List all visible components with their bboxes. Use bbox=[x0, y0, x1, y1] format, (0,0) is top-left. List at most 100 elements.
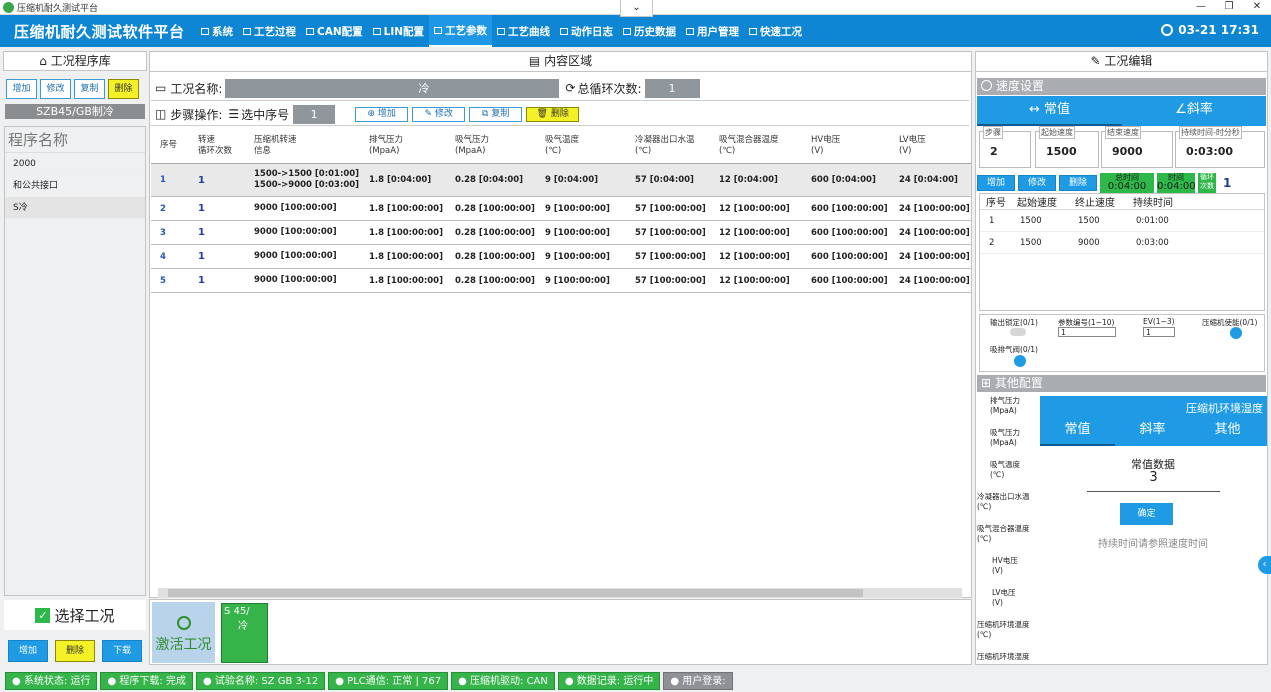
program-edit-button[interactable]: 修改 bbox=[40, 79, 71, 99]
table-header-cell: 序号 bbox=[151, 140, 189, 151]
program-list-item[interactable]: S冷 bbox=[5, 197, 145, 219]
table-row[interactable]: 3 1 9000 [100:00:00] 1.8 [100:00:00] 0.28 [1… bbox=[151, 221, 971, 245]
table-row[interactable]: 1 1 1500->1500 [0:01:00] 1500->9000 [0:03:0… bbox=[151, 164, 971, 197]
segment-cell: 2 bbox=[989, 237, 995, 248]
row-cell-pd: 1.8 [100:00:00] bbox=[369, 203, 443, 214]
table-row[interactable]: 4 1 9000 [100:00:00] 1.8 [100:00:00] 0.28 [1… bbox=[151, 245, 971, 269]
segment-add-button[interactable]: 增加 bbox=[977, 175, 1015, 191]
menu-item[interactable]: 工艺过程 bbox=[238, 15, 301, 47]
row-cell-ts: 9 [0:04:00] bbox=[545, 175, 599, 185]
condition-card[interactable]: S 45/ 冷 bbox=[221, 603, 268, 663]
selected-index-field[interactable]: 1 bbox=[293, 104, 336, 124]
menu-item-icon bbox=[623, 27, 632, 35]
config-tab[interactable]: 其他 bbox=[1190, 416, 1265, 446]
menu-item[interactable]: CAN配置 bbox=[301, 15, 368, 47]
step-delete-button[interactable]: 🗑 删除 bbox=[526, 106, 580, 122]
horizontal-scrollbar[interactable] bbox=[158, 588, 962, 598]
doc-icon: ▭ bbox=[155, 81, 167, 95]
step-edit-button[interactable]: ✎ 修改 bbox=[412, 106, 466, 122]
table-row[interactable]: 5 1 9000 [100:00:00] 1.8 [100:00:00] 0.28 [1… bbox=[151, 269, 971, 293]
program-list-item[interactable]: 和公共接口 bbox=[5, 175, 145, 197]
status-item: ● 系统状态: 运行 bbox=[5, 672, 98, 690]
const-data-input[interactable]: 3 bbox=[1087, 470, 1220, 492]
segment-row[interactable]: 1 1500 1500 0:01:00 bbox=[980, 210, 1264, 232]
row-cell-ts: 9 [100:00:00] bbox=[545, 227, 610, 238]
total-loop-label: 总循环次数: bbox=[577, 81, 642, 96]
param-no-input[interactable]: 1 bbox=[1058, 327, 1116, 337]
activate-condition-button[interactable]: 激活工况 bbox=[152, 602, 215, 663]
speed-field-value: 0:03:00 bbox=[1186, 145, 1234, 158]
ev-input[interactable]: 1 bbox=[1143, 327, 1175, 337]
tab-constant-label: 常值 bbox=[1044, 102, 1071, 117]
close-icon[interactable]: ✕ bbox=[1243, 0, 1271, 15]
segment-cell: 1500 bbox=[1078, 215, 1100, 226]
suction-valve-toggle[interactable] bbox=[1014, 355, 1026, 367]
refresh-icon: ⟳ bbox=[565, 81, 576, 95]
select-condition[interactable]: ✓ 选择工况 bbox=[4, 600, 146, 630]
program-delete-button[interactable]: 删除 bbox=[108, 79, 139, 99]
row-index: 2 bbox=[160, 203, 166, 214]
header-line: 吸气压力 bbox=[455, 134, 490, 145]
menu-item-icon bbox=[201, 27, 209, 35]
segment-table: 序号 起始速度 终止速度 持续时间 1 1500 1500 0:01:00 2 1500 9000… bbox=[979, 193, 1265, 311]
segment-cell: 1500 bbox=[1020, 215, 1042, 226]
table-header-cell: 压缩机转速 信息 bbox=[245, 135, 360, 157]
speed-field[interactable]: 结束速度 9000 bbox=[1101, 126, 1173, 168]
tab-slope-label: 斜率 bbox=[1186, 102, 1213, 117]
condition-name-field[interactable]: 冷 bbox=[225, 78, 560, 98]
menu-item[interactable]: 用户管理 bbox=[681, 15, 744, 47]
tab-constant[interactable]: ↔ 常值 bbox=[977, 96, 1122, 126]
menu-item[interactable]: 工艺曲线 bbox=[492, 15, 555, 47]
scrollbar-thumb[interactable] bbox=[168, 589, 863, 597]
menu-item[interactable]: 系统 bbox=[196, 15, 238, 47]
compressor-enable-label: 压缩机使能(0/1) bbox=[1202, 318, 1258, 327]
config-tab[interactable]: 常值 bbox=[1040, 416, 1115, 446]
menu-item-label: CAN配置 bbox=[317, 25, 363, 38]
config-label: (V) bbox=[992, 598, 1003, 607]
program-copy-button[interactable]: 复制 bbox=[74, 79, 105, 99]
status-icon: ● bbox=[564, 676, 577, 687]
table-row[interactable]: 2 1 9000 [100:00:00] 1.8 [100:00:00] 0.28 [1… bbox=[151, 197, 971, 221]
row-speed: 1500->1500 [0:01:00] 1500->9000 [0:03:00] bbox=[245, 169, 360, 191]
condition-add-button[interactable]: 增加 bbox=[8, 640, 48, 662]
speed-field[interactable]: 步骤 2 bbox=[979, 126, 1031, 168]
menu-item[interactable]: 快速工况 bbox=[744, 15, 807, 47]
condition-delete-button[interactable]: 删除 bbox=[55, 640, 95, 662]
chevron-down-icon[interactable]: ⌄ bbox=[620, 0, 653, 17]
download-button[interactable]: 下载 bbox=[102, 640, 142, 662]
program-add-button[interactable]: 增加 bbox=[6, 79, 37, 99]
menu-item-label: 系统 bbox=[212, 25, 233, 38]
compressor-enable-toggle[interactable] bbox=[1230, 327, 1242, 339]
menu-item[interactable]: LIN配置 bbox=[368, 15, 429, 47]
program-list-item[interactable]: 2000 bbox=[5, 153, 145, 175]
segment-row[interactable]: 2 1500 9000 0:03:00 bbox=[980, 232, 1264, 254]
maximize-icon[interactable]: ❐ bbox=[1215, 0, 1243, 15]
content-header: ▤ 内容区域 bbox=[150, 52, 971, 72]
segment-delete-button[interactable]: 删除 bbox=[1059, 175, 1097, 191]
speed-field-value: 1500 bbox=[1046, 145, 1077, 158]
menu-item[interactable]: 工艺参数 bbox=[429, 15, 493, 47]
config-tabs: 常值 斜率 其他 bbox=[1040, 416, 1267, 446]
menu-item[interactable]: 动作日志 bbox=[555, 15, 618, 47]
menu-item-icon bbox=[434, 26, 443, 34]
segment-edit-button[interactable]: 修改 bbox=[1018, 175, 1056, 191]
step-copy-button[interactable]: ⧉ 复制 bbox=[469, 106, 523, 122]
tab-slope[interactable]: ∠斜率 bbox=[1122, 96, 1266, 126]
speed-field[interactable]: 持续时间-时分秒 0:03:00 bbox=[1175, 126, 1265, 168]
total-loop-field[interactable]: 1 bbox=[644, 78, 700, 98]
speed-field[interactable]: 起始速度 1500 bbox=[1035, 126, 1099, 168]
output-lock-toggle[interactable] bbox=[1010, 328, 1026, 336]
config-label: HV电压 bbox=[992, 556, 1018, 565]
step-add-button[interactable]: ⊕ 增加 bbox=[355, 106, 409, 122]
header-line: 转速 bbox=[198, 134, 216, 145]
config-tab[interactable]: 斜率 bbox=[1115, 416, 1190, 446]
total-time-box: 总时间 0:04:00 bbox=[1100, 173, 1154, 193]
menu-item-icon bbox=[497, 27, 506, 35]
program-library-panel: ⌂ 工况程序库 增加 修改 复制 删除 SZB45/GB制冷 程序名称 2000… bbox=[3, 51, 147, 599]
row-speed: 9000 [100:00:00] bbox=[245, 251, 360, 262]
confirm-button[interactable]: 确定 bbox=[1120, 503, 1173, 525]
menu-item[interactable]: 历史数据 bbox=[618, 15, 681, 47]
row-loop: 1 bbox=[198, 174, 205, 186]
chevron-left-icon[interactable]: ‹ bbox=[1258, 556, 1271, 574]
minimize-icon[interactable]: — bbox=[1187, 0, 1215, 15]
